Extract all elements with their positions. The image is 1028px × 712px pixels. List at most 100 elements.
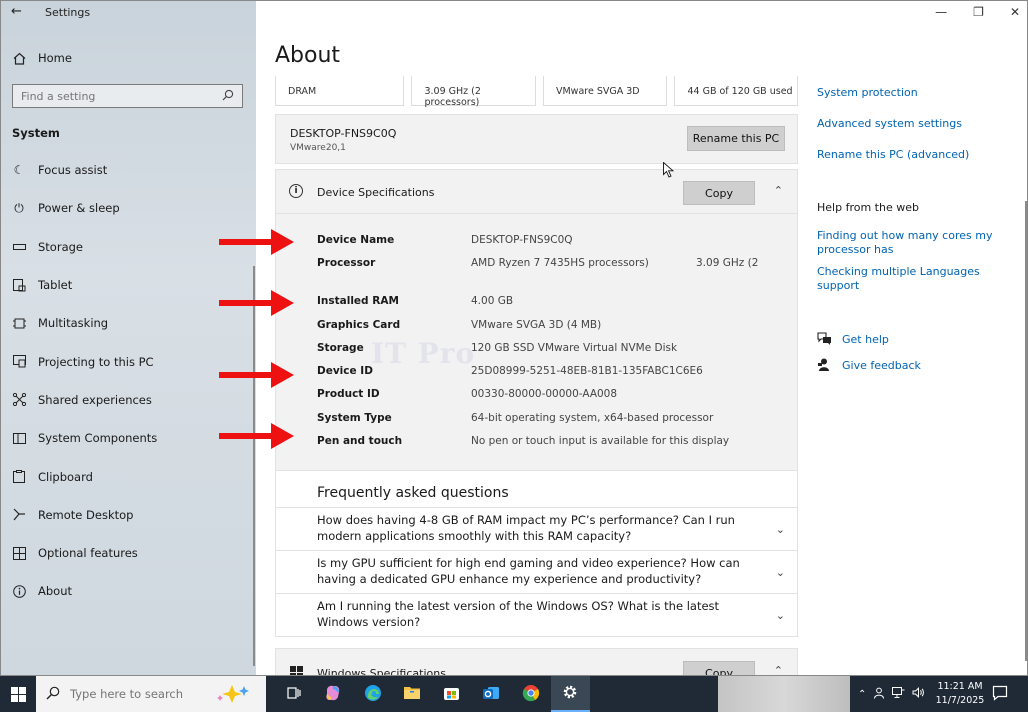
settings-taskbar-button[interactable] [550,676,590,712]
give-feedback-link[interactable]: Give feedback [842,359,921,373]
taskbar-search[interactable] [36,676,266,712]
faq-item[interactable]: How does having 4-8 GB of RAM impact my … [276,507,797,550]
components-icon [12,431,26,445]
sidebar-item-tablet[interactable]: Tablet [12,266,157,304]
tile-graphics: VMware SVGA 3D [542,76,668,106]
sidebar-item-label: Focus assist [38,163,108,178]
power-icon: ⏻ [14,200,24,215]
red-arrow-annotation [219,290,294,316]
mouse-cursor-icon [663,161,675,181]
sidebar-item-power-sleep[interactable]: ⏻ Power & sleep [12,189,157,227]
taskbar-search-input[interactable] [70,687,210,701]
people-icon[interactable] [873,687,885,702]
sidebar-item-focus-assist[interactable]: ☾ Focus assist [12,151,157,189]
info-circle-icon: i [289,184,303,198]
info-icon [12,584,26,598]
store-button[interactable] [432,676,472,712]
network-icon[interactable] [892,687,905,701]
page-title: About [275,43,341,68]
spec-value-secondary: 3.09 GHz (2 [696,257,759,270]
back-arrow-icon[interactable]: ← [11,5,25,19]
device-specifications-header[interactable]: i Device Specifications Copy ⌃ [276,170,797,214]
storage-icon [12,240,26,254]
chevron-up-icon[interactable]: ⌃ [774,184,783,197]
get-help-link[interactable]: Get help [842,333,889,347]
nav-list: ☾ Focus assist ⏻ Power & sleep Storage T… [12,151,157,611]
settings-window: ← Settings Home System ☾ Focus assist ⏻ … [0,0,1028,676]
find-setting-search[interactable] [12,84,243,108]
link-cores-help[interactable]: Finding out how many cores my processor … [817,229,997,257]
chevron-down-icon[interactable]: ⌄ [776,565,785,581]
close-button[interactable]: ✕ [1010,5,1020,19]
sidebar-item-multitasking[interactable]: Multitasking [12,304,157,342]
taskbar-clock[interactable]: 11:21 AM 11/7/2025 [935,680,985,708]
taskbar: ⌃ 11:21 AM 11/7/2025 [0,676,1028,712]
pc-name-card: DESKTOP-FNS9C0Q VMware20,1 Rename this P… [275,114,798,164]
chevron-down-icon[interactable]: ⌄ [776,608,785,624]
start-button[interactable] [0,676,36,712]
chevron-up-icon[interactable]: ⌃ [774,664,783,675]
file-explorer-button[interactable] [393,676,433,712]
spec-key: Product ID [317,388,380,401]
link-rename-pc-advanced[interactable]: Rename this PC (advanced) [817,148,1017,162]
sidebar-item-about[interactable]: About [12,572,157,610]
sidebar-item-system-components[interactable]: System Components [12,419,157,457]
sidebar-scrollbar[interactable] [253,266,255,666]
clock-time: 11:21 AM [937,681,983,692]
notification-icon [992,685,1008,704]
outlook-button[interactable] [472,676,512,712]
sidebar-item-clipboard[interactable]: Clipboard [12,457,157,495]
faq-item[interactable]: Am I running the latest version of the W… [276,593,797,636]
windows-logo-icon [290,666,303,675]
tile-ram: DRAM [275,76,405,106]
blurred-region [718,676,850,712]
faq-item[interactable]: Is my GPU sufficient for high end gaming… [276,550,797,593]
store-icon [443,684,460,704]
feedback-icon [817,358,832,374]
spec-value: 4.00 GB [471,295,514,308]
red-arrow-annotation [219,362,294,388]
multitasking-icon [12,316,26,330]
link-languages-help[interactable]: Checking multiple Languages support [817,265,1017,293]
nav-home-label: Home [38,51,72,65]
spec-key: System Type [317,411,392,424]
app-title: Settings [45,5,91,19]
get-help-row[interactable]: Get help [817,332,1017,348]
minimize-button[interactable]: — [935,5,947,19]
search-icon[interactable] [222,89,234,104]
tablet-icon [12,278,26,292]
content-column: DRAM 3.09 GHz (2 processors) VMware SVGA… [275,76,798,676]
sidebar-item-optional-features[interactable]: Optional features [12,534,157,572]
spec-key: Installed RAM [317,295,399,308]
notification-center-button[interactable] [992,685,1008,704]
link-advanced-system-settings[interactable]: Advanced system settings [817,117,1017,131]
edge-icon [364,684,382,705]
find-setting-input[interactable] [21,89,211,103]
sidebar-item-remote-desktop[interactable]: Remote Desktop [12,496,157,534]
sidebar-item-storage[interactable]: Storage [12,228,157,266]
link-system-protection[interactable]: System protection [817,86,1017,100]
windows-specifications-card[interactable]: Windows Specifications Copy ⌃ [275,648,798,676]
copilot-button[interactable] [314,676,354,712]
nav-home[interactable]: Home [12,51,72,65]
windows-specifications-title: Windows Specifications [317,667,446,676]
task-view-button[interactable] [274,676,314,712]
edge-button[interactable] [353,676,393,712]
give-feedback-row[interactable]: Give feedback [817,358,1017,374]
faq-question: Is my GPU sufficient for high end gaming… [317,556,740,587]
rename-pc-button[interactable]: Rename this PC [687,126,785,151]
chevron-up-tray-icon[interactable]: ⌃ [858,689,866,700]
sidebar-item-projecting[interactable]: Projecting to this PC [12,342,157,380]
main-scrollbar[interactable] [1025,201,1027,661]
volume-icon[interactable] [912,687,925,701]
system-tray: ⌃ [858,676,925,712]
chevron-down-icon[interactable]: ⌄ [776,522,785,538]
tile-processor: 3.09 GHz (2 processors) [411,76,536,108]
chrome-button[interactable] [511,676,551,712]
faq-title: Frequently asked questions [317,485,509,502]
copy-windows-specs-button[interactable]: Copy [683,661,755,675]
restore-button[interactable]: ❐ [973,5,984,19]
projecting-icon [12,355,26,369]
copy-device-specs-button[interactable]: Copy [683,181,755,205]
sidebar-item-shared-experiences[interactable]: Shared experiences [12,381,157,419]
